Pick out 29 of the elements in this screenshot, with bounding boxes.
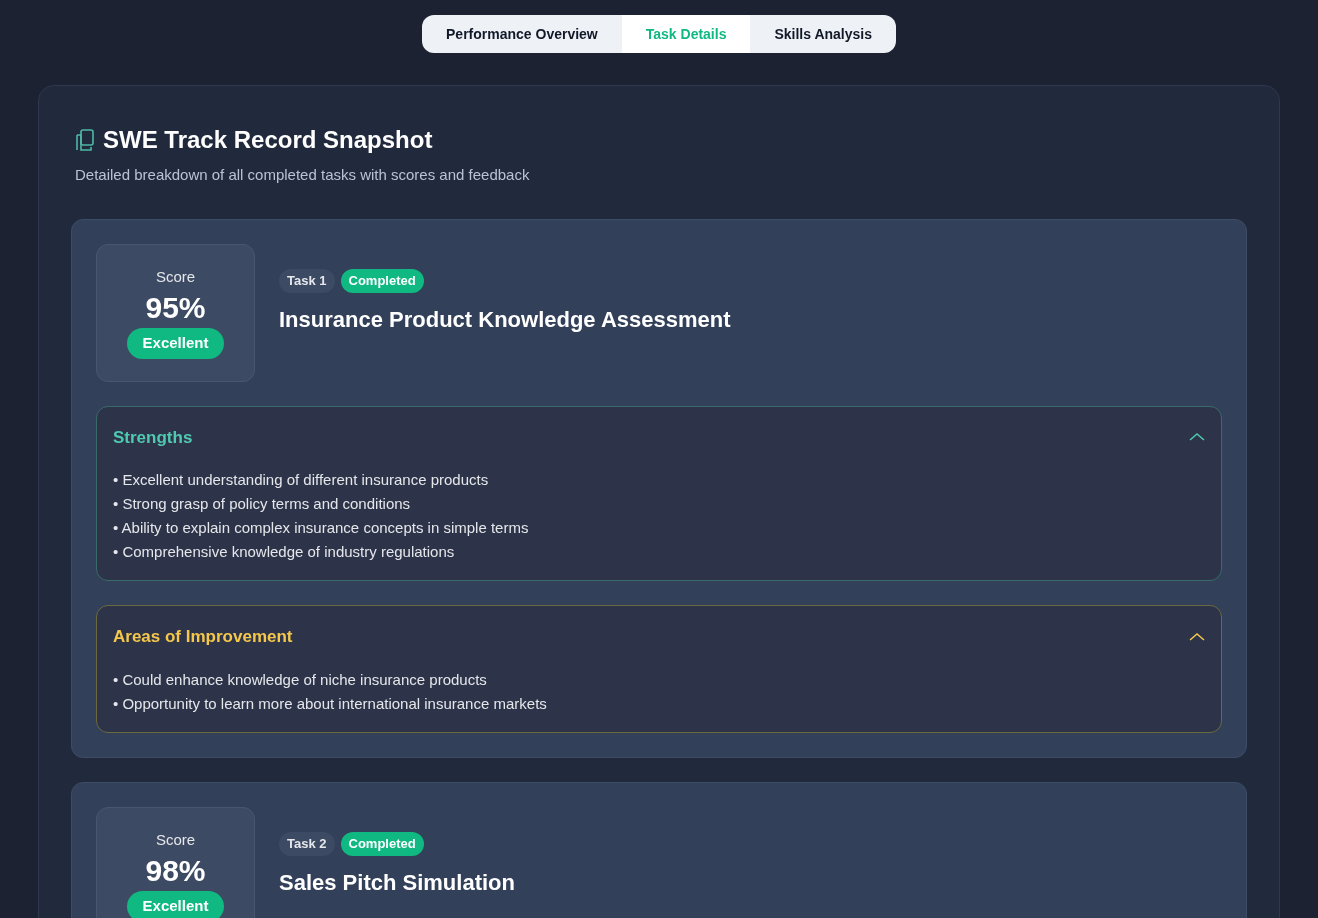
- task-badge: Task 1: [279, 269, 335, 293]
- score-value: 98%: [145, 852, 206, 889]
- rating-badge: Excellent: [126, 328, 225, 359]
- task-badge: Task 2: [279, 832, 335, 856]
- feedback-item: • Strong grasp of policy terms and conditions: [113, 494, 412, 514]
- score-label: Score: [155, 830, 196, 851]
- chevron-up-icon: [1189, 631, 1205, 642]
- status-badge: Completed: [340, 269, 424, 293]
- tab[interactable]: Performance Overview: [422, 15, 622, 53]
- status-badge: Completed: [340, 832, 424, 856]
- section-title: SWE Track Record Snapshot: [103, 125, 433, 155]
- task-title: Sales Pitch Simulation: [279, 868, 515, 897]
- section-subtitle: Detailed breakdown of all completed tasks with scores and feedback: [74, 165, 531, 185]
- feedback-item: • Excellent understanding of different insurance products: [113, 470, 490, 490]
- section-heading: Areas of Improvement: [113, 626, 293, 648]
- rating-badge: Excellent: [126, 891, 225, 918]
- feedback-item: • Could enhance knowledge of niche insurance products: [113, 669, 488, 690]
- section-heading: Strengths: [113, 426, 193, 449]
- task-title: Insurance Product Knowledge Assessment: [279, 305, 731, 334]
- feedback-item: • Ability to explain complex insurance concepts in simple terms: [113, 518, 530, 538]
- score-label: Score: [155, 267, 196, 288]
- feedback-item: • Comprehensive knowledge of industry regulations: [113, 542, 456, 562]
- score-value: 95%: [145, 289, 206, 326]
- section-header[interactable]: Strengths: [113, 424, 1205, 450]
- chevron-up-icon: [1189, 432, 1205, 443]
- section-header[interactable]: Areas of Improvement: [113, 624, 1205, 650]
- tab[interactable]: Skills Analysis: [750, 15, 896, 53]
- feedback-item: • Opportunity to learn more about international insurance markets: [113, 693, 548, 714]
- clipboard-icon: [75, 129, 95, 151]
